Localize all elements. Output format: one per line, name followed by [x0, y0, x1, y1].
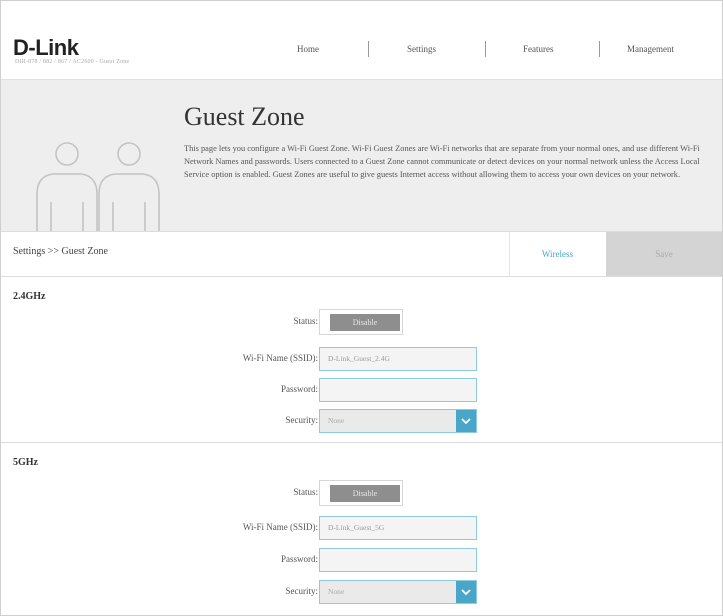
ssid-label: Wi-Fi Name (SSID):	[242, 353, 318, 363]
ssid-input[interactable]: D-Link_Guest_2.4G	[319, 347, 477, 371]
password-label: Password:	[280, 384, 318, 394]
security-value: None	[328, 416, 345, 425]
nav-features[interactable]: Features	[523, 39, 554, 59]
nav-management[interactable]: Management	[627, 39, 674, 59]
section-title: 5GHz	[13, 457, 38, 468]
status-label: Status:	[293, 487, 318, 497]
breadcrumb-bar: Settings >> Guest Zone Wireless Save	[1, 231, 722, 277]
guest-people-icon	[29, 142, 169, 232]
nav-separator	[485, 41, 486, 57]
password-row: Password:	[1, 377, 722, 403]
page-frame: D-Link DIR-878 / 882 / 867 / AC2600 - Gu…	[0, 0, 723, 616]
page-banner: Guest Zone This page lets you configure …	[1, 79, 722, 232]
password-row: Password:	[1, 547, 722, 573]
header: D-Link DIR-878 / 882 / 867 / AC2600 - Gu…	[1, 1, 722, 79]
security-label: Security:	[285, 415, 319, 425]
ssid-input[interactable]: D-Link_Guest_5G	[319, 516, 477, 540]
band-5ghz-section: 5GHz Status: Disable Wi-Fi Name (SSID): …	[1, 443, 722, 615]
status-toggle[interactable]: Disable	[319, 309, 403, 335]
nav-settings[interactable]: Settings	[407, 39, 436, 59]
section-title: 2.4GHz	[13, 291, 46, 302]
nav-separator	[368, 41, 369, 57]
security-row: Security: None	[1, 579, 722, 605]
security-value: None	[328, 587, 345, 596]
ssid-row: Wi-Fi Name (SSID): D-Link_Guest_5G	[1, 515, 722, 541]
main-nav: Home Settings Features Management	[1, 39, 722, 59]
band-24ghz-section: 2.4GHz Status: Disable Wi-Fi Name (SSID)…	[1, 277, 722, 442]
security-select[interactable]: None	[319, 409, 477, 433]
save-button[interactable]: Save	[606, 232, 722, 276]
status-toggle-value: Disable	[330, 314, 400, 331]
nav-home[interactable]: Home	[297, 39, 319, 59]
status-toggle-value: Disable	[330, 485, 400, 502]
security-select[interactable]: None	[319, 580, 477, 604]
status-row: Status: Disable	[1, 309, 722, 335]
page-description: This page lets you configure a Wi-Fi Gue…	[184, 144, 700, 179]
model-text: DIR-878 / 882 / 867 / AC2600 - Guest Zon…	[15, 59, 130, 65]
ssid-row: Wi-Fi Name (SSID): D-Link_Guest_2.4G	[1, 346, 722, 372]
status-label: Status:	[293, 316, 318, 326]
page-title: Guest Zone	[184, 102, 305, 131]
security-row: Security: None	[1, 408, 722, 434]
security-label: Security:	[285, 586, 319, 596]
status-toggle[interactable]: Disable	[319, 480, 403, 506]
breadcrumb: Settings >> Guest Zone	[13, 246, 108, 257]
chevron-down-icon[interactable]	[456, 410, 476, 432]
nav-separator	[599, 41, 600, 57]
password-input[interactable]	[319, 378, 477, 402]
password-label: Password:	[280, 554, 318, 564]
ssid-label: Wi-Fi Name (SSID):	[242, 522, 318, 532]
status-row: Status: Disable	[1, 480, 722, 506]
wireless-link[interactable]: Wireless	[509, 232, 605, 276]
password-input[interactable]	[319, 548, 477, 572]
chevron-down-icon[interactable]	[456, 581, 476, 603]
